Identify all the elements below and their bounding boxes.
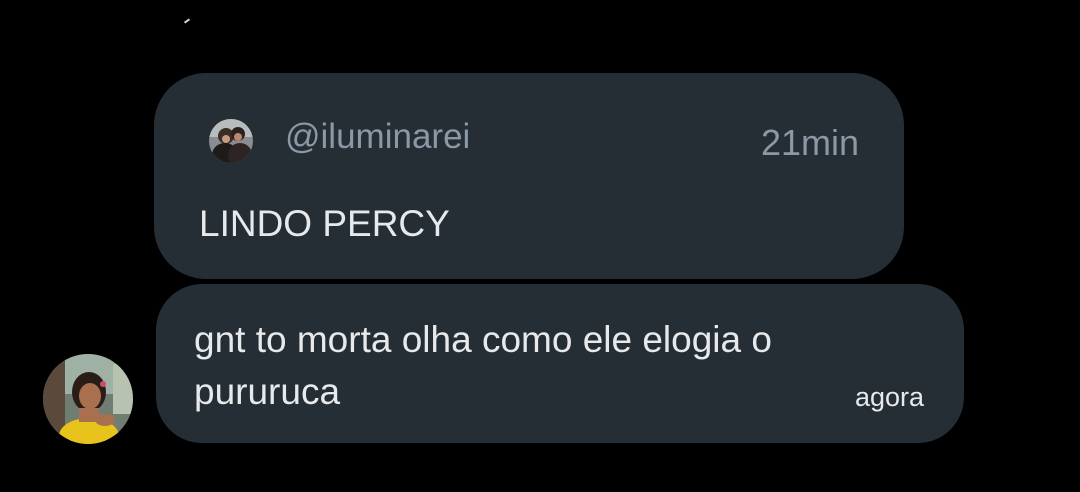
avatar-photo-icon (209, 119, 253, 163)
quoted-user-handle[interactable]: @iluminarei (285, 117, 470, 157)
quoted-message-bubble[interactable]: @iluminarei 21min LINDO PERCY (154, 73, 904, 279)
message-bubble[interactable]: gnt to morta olha como ele elogia o puru… (156, 284, 964, 443)
status-tick-mark (183, 18, 191, 24)
sender-avatar[interactable] (43, 354, 133, 444)
quoted-message-time: 21min (760, 122, 859, 163)
message-time: agora (854, 382, 924, 412)
quoted-user-avatar[interactable] (209, 119, 253, 163)
message-text: gnt to morta olha como ele elogia o puru… (194, 319, 772, 412)
quoted-message-text: LINDO PERCY (199, 203, 450, 244)
avatar-photo-icon (43, 354, 133, 444)
